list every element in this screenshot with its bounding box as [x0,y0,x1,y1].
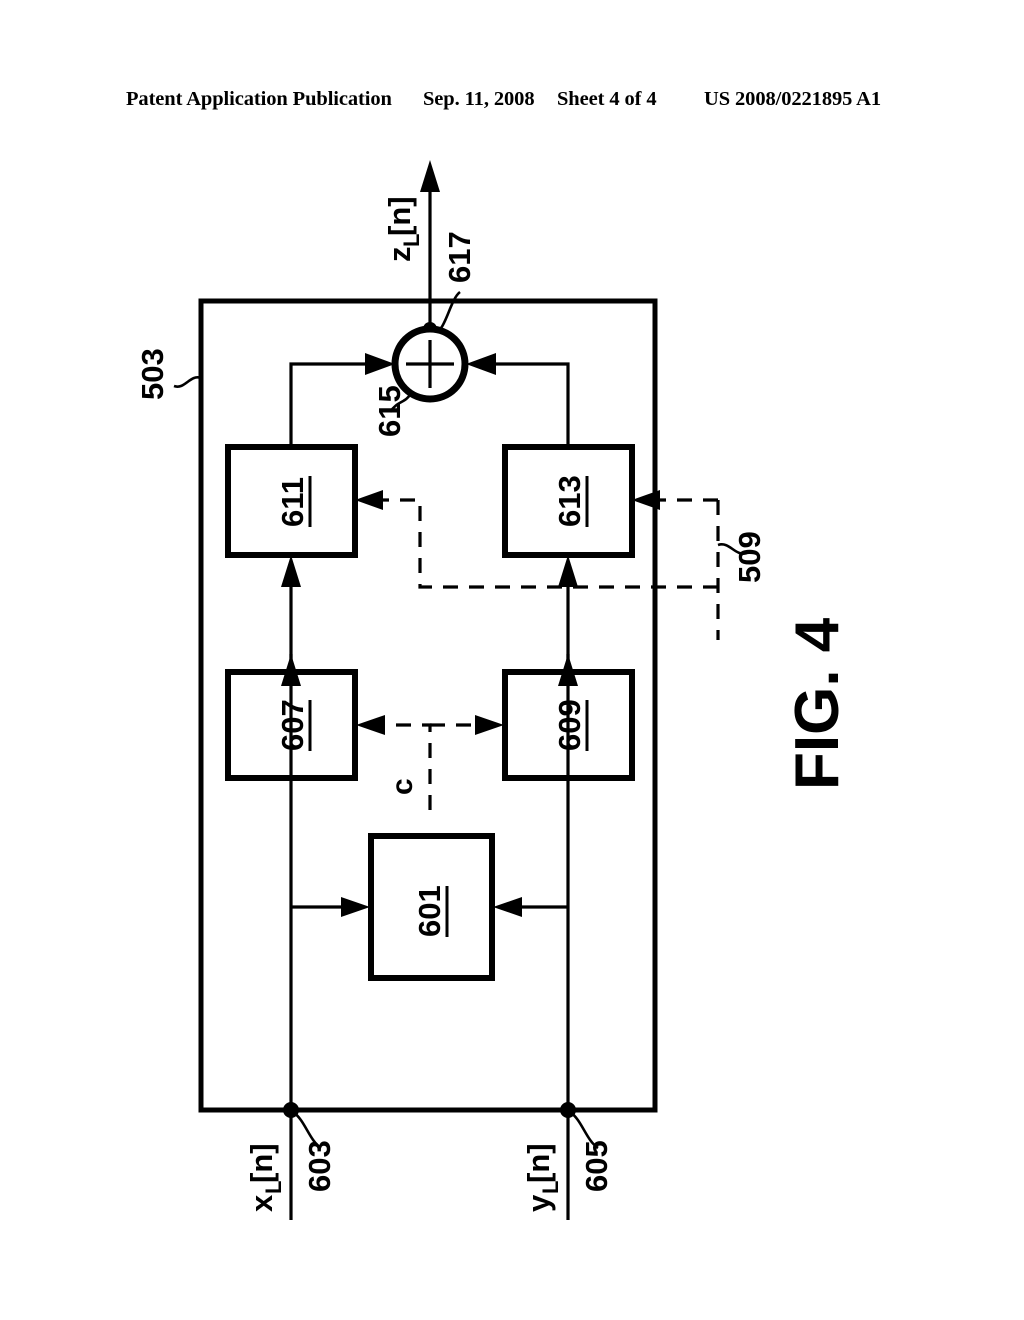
ref-label-503: 503 [135,348,170,400]
arrow-adder-right-input [466,353,496,375]
arrow-adder-left-input [365,353,395,375]
signal-index-z: [n] [382,196,417,236]
signal-index-y: [n] [521,1143,556,1183]
ref-label-603: 603 [302,1140,337,1192]
signal-label-x: x [244,1194,279,1212]
patent-figure-page: Patent Application Publication Sep. 11, … [0,0,1024,1320]
ref-label-615: 615 [372,385,407,437]
control-signal-label-c: c [386,778,419,795]
block-label-613: 613 [552,475,587,527]
block-diagram: 503 z L [n] 617 615 611 613 509 607 609 … [135,160,852,1220]
block-label-611: 611 [275,477,310,527]
arrow-c-into-607 [356,715,385,735]
ref-label-617: 617 [442,231,477,283]
output-arrowhead [420,160,440,192]
arrow-c-into-609 [475,715,504,735]
line-611-to-adder [289,362,375,447]
signal-label-y: y [521,1194,556,1212]
ref-label-509: 509 [732,531,767,583]
signal-index-x: [n] [244,1143,279,1183]
leader-617 [431,290,461,333]
signal-label-z: z [382,247,417,263]
arrow-x-into-601 [341,897,370,917]
arrow-bus-into-611 [355,490,383,510]
arrow-into-611 [281,555,301,587]
figure-container: 503 z L [n] 617 615 611 613 509 607 609 … [0,0,1024,1320]
block-label-601: 601 [412,885,447,937]
figure-title: FIG. 4 [783,617,852,790]
line-613-to-adder [486,362,570,447]
leader-503 [173,376,202,388]
arrow-into-613 [558,555,578,587]
ref-label-605: 605 [579,1140,614,1192]
arrow-bus-into-613 [632,490,660,510]
arrow-y-into-601 [493,897,522,917]
control-c-to-607 [375,723,432,810]
